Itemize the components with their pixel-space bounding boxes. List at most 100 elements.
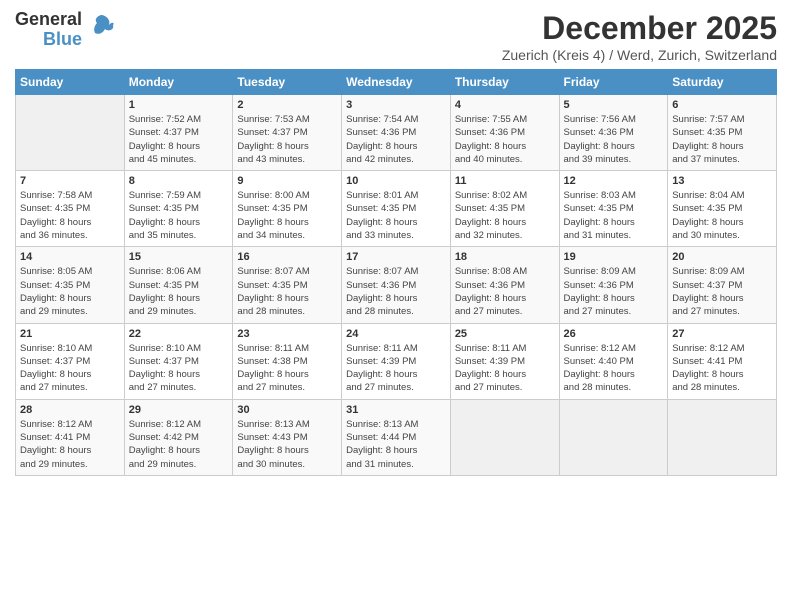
day-number: 4	[455, 99, 555, 111]
day-info: Sunrise: 7:58 AMSunset: 4:35 PMDaylight:…	[20, 189, 120, 242]
day-info: Sunrise: 8:04 AMSunset: 4:35 PMDaylight:…	[672, 189, 772, 242]
day-number: 13	[672, 175, 772, 187]
day-info: Sunrise: 8:00 AMSunset: 4:35 PMDaylight:…	[237, 189, 337, 242]
day-info: Sunrise: 7:52 AMSunset: 4:37 PMDaylight:…	[129, 113, 229, 166]
weekday-header-sunday: Sunday	[16, 70, 125, 95]
calendar-week-row: 21 Sunrise: 8:10 AMSunset: 4:37 PMDayligh…	[16, 323, 777, 399]
day-info: Sunrise: 7:57 AMSunset: 4:35 PMDaylight:…	[672, 113, 772, 166]
calendar-cell: 28 Sunrise: 8:12 AMSunset: 4:41 PMDayligh…	[16, 399, 125, 475]
calendar-cell: 10Sunrise: 8:01 AMSunset: 4:35 PMDayligh…	[342, 171, 451, 247]
calendar-cell: 1 Sunrise: 7:52 AMSunset: 4:37 PMDaylight…	[124, 95, 233, 171]
weekday-header-thursday: Thursday	[450, 70, 559, 95]
day-number: 15	[129, 251, 229, 263]
calendar-cell	[16, 95, 125, 171]
day-number: 7	[20, 175, 120, 187]
weekday-header-friday: Friday	[559, 70, 668, 95]
day-info: Sunrise: 8:03 AMSunset: 4:35 PMDaylight:…	[564, 189, 664, 242]
day-info: Sunrise: 8:12 AMSunset: 4:41 PMDaylight:…	[672, 342, 772, 395]
day-number: 21	[20, 328, 120, 340]
calendar-cell: 16Sunrise: 8:07 AMSunset: 4:35 PMDayligh…	[233, 247, 342, 323]
calendar-week-row: 14 Sunrise: 8:05 AMSunset: 4:35 PMDayligh…	[16, 247, 777, 323]
day-number: 18	[455, 251, 555, 263]
calendar-cell: 26Sunrise: 8:12 AMSunset: 4:40 PMDayligh…	[559, 323, 668, 399]
calendar-cell: 22Sunrise: 8:10 AMSunset: 4:37 PMDayligh…	[124, 323, 233, 399]
weekday-header-tuesday: Tuesday	[233, 70, 342, 95]
day-number: 17	[346, 251, 446, 263]
day-info: Sunrise: 8:09 AMSunset: 4:36 PMDaylight:…	[564, 265, 664, 318]
page-subtitle: Zuerich (Kreis 4) / Werd, Zurich, Switze…	[502, 47, 777, 63]
weekday-header-wednesday: Wednesday	[342, 70, 451, 95]
calendar-table: SundayMondayTuesdayWednesdayThursdayFrid…	[15, 69, 777, 476]
day-number: 25	[455, 328, 555, 340]
day-number: 6	[672, 99, 772, 111]
day-number: 20	[672, 251, 772, 263]
page-title: December 2025	[502, 10, 777, 47]
day-info: Sunrise: 8:11 AMSunset: 4:39 PMDaylight:…	[455, 342, 555, 395]
day-number: 27	[672, 328, 772, 340]
calendar-cell: 9 Sunrise: 8:00 AMSunset: 4:35 PMDaylight…	[233, 171, 342, 247]
calendar-header-row: SundayMondayTuesdayWednesdayThursdayFrid…	[16, 70, 777, 95]
calendar-cell: 29Sunrise: 8:12 AMSunset: 4:42 PMDayligh…	[124, 399, 233, 475]
day-info: Sunrise: 8:13 AMSunset: 4:44 PMDaylight:…	[346, 418, 446, 471]
calendar-cell	[450, 399, 559, 475]
day-number: 12	[564, 175, 664, 187]
weekday-header-saturday: Saturday	[668, 70, 777, 95]
page-container: General Blue December 2025 Zuerich (Krei…	[0, 0, 792, 486]
day-info: Sunrise: 8:02 AMSunset: 4:35 PMDaylight:…	[455, 189, 555, 242]
calendar-cell: 30 Sunrise: 8:13 AMSunset: 4:43 PMDayligh…	[233, 399, 342, 475]
day-info: Sunrise: 8:06 AMSunset: 4:35 PMDaylight:…	[129, 265, 229, 318]
day-info: Sunrise: 8:08 AMSunset: 4:36 PMDaylight:…	[455, 265, 555, 318]
day-number: 2	[237, 99, 337, 111]
weekday-header-monday: Monday	[124, 70, 233, 95]
day-info: Sunrise: 7:53 AMSunset: 4:37 PMDaylight:…	[237, 113, 337, 166]
day-number: 14	[20, 251, 120, 263]
day-info: Sunrise: 7:55 AMSunset: 4:36 PMDaylight:…	[455, 113, 555, 166]
calendar-cell: 3Sunrise: 7:54 AMSunset: 4:36 PMDaylight…	[342, 95, 451, 171]
day-info: Sunrise: 8:12 AMSunset: 4:42 PMDaylight:…	[129, 418, 229, 471]
calendar-cell: 20 Sunrise: 8:09 AMSunset: 4:37 PMDayligh…	[668, 247, 777, 323]
day-number: 28	[20, 404, 120, 416]
day-info: Sunrise: 8:13 AMSunset: 4:43 PMDaylight:…	[237, 418, 337, 471]
day-info: Sunrise: 8:09 AMSunset: 4:37 PMDaylight:…	[672, 265, 772, 318]
day-info: Sunrise: 7:59 AMSunset: 4:35 PMDaylight:…	[129, 189, 229, 242]
calendar-cell: 21 Sunrise: 8:10 AMSunset: 4:37 PMDayligh…	[16, 323, 125, 399]
day-number: 11	[455, 175, 555, 187]
calendar-cell: 14 Sunrise: 8:05 AMSunset: 4:35 PMDayligh…	[16, 247, 125, 323]
calendar-cell: 15 Sunrise: 8:06 AMSunset: 4:35 PMDayligh…	[124, 247, 233, 323]
day-number: 3	[346, 99, 446, 111]
day-info: Sunrise: 8:10 AMSunset: 4:37 PMDaylight:…	[20, 342, 120, 395]
calendar-cell: 7 Sunrise: 7:58 AMSunset: 4:35 PMDaylight…	[16, 171, 125, 247]
day-info: Sunrise: 7:56 AMSunset: 4:36 PMDaylight:…	[564, 113, 664, 166]
header: General Blue December 2025 Zuerich (Krei…	[15, 10, 777, 63]
day-info: Sunrise: 8:05 AMSunset: 4:35 PMDaylight:…	[20, 265, 120, 318]
calendar-cell	[559, 399, 668, 475]
calendar-week-row: 7 Sunrise: 7:58 AMSunset: 4:35 PMDaylight…	[16, 171, 777, 247]
calendar-cell: 31Sunrise: 8:13 AMSunset: 4:44 PMDayligh…	[342, 399, 451, 475]
calendar-week-row: 28 Sunrise: 8:12 AMSunset: 4:41 PMDayligh…	[16, 399, 777, 475]
day-info: Sunrise: 8:11 AMSunset: 4:38 PMDaylight:…	[237, 342, 337, 395]
day-info: Sunrise: 8:12 AMSunset: 4:40 PMDaylight:…	[564, 342, 664, 395]
calendar-cell: 25 Sunrise: 8:11 AMSunset: 4:39 PMDayligh…	[450, 323, 559, 399]
day-number: 30	[237, 404, 337, 416]
calendar-cell: 8 Sunrise: 7:59 AMSunset: 4:35 PMDaylight…	[124, 171, 233, 247]
day-info: Sunrise: 8:07 AMSunset: 4:36 PMDaylight:…	[346, 265, 446, 318]
day-number: 1	[129, 99, 229, 111]
calendar-cell: 2 Sunrise: 7:53 AMSunset: 4:37 PMDaylight…	[233, 95, 342, 171]
calendar-cell: 27 Sunrise: 8:12 AMSunset: 4:41 PMDayligh…	[668, 323, 777, 399]
calendar-cell: 12 Sunrise: 8:03 AMSunset: 4:35 PMDayligh…	[559, 171, 668, 247]
calendar-cell: 5Sunrise: 7:56 AMSunset: 4:36 PMDaylight…	[559, 95, 668, 171]
logo-part2: Blue	[43, 30, 82, 50]
day-number: 9	[237, 175, 337, 187]
calendar-cell: 11 Sunrise: 8:02 AMSunset: 4:35 PMDayligh…	[450, 171, 559, 247]
day-number: 10	[346, 175, 446, 187]
day-info: Sunrise: 8:12 AMSunset: 4:41 PMDaylight:…	[20, 418, 120, 471]
calendar-cell: 17 Sunrise: 8:07 AMSunset: 4:36 PMDayligh…	[342, 247, 451, 323]
day-info: Sunrise: 8:07 AMSunset: 4:35 PMDaylight:…	[237, 265, 337, 318]
day-info: Sunrise: 8:11 AMSunset: 4:39 PMDaylight:…	[346, 342, 446, 395]
calendar-cell: 24Sunrise: 8:11 AMSunset: 4:39 PMDayligh…	[342, 323, 451, 399]
calendar-cell: 13 Sunrise: 8:04 AMSunset: 4:35 PMDayligh…	[668, 171, 777, 247]
logo: General Blue	[15, 10, 115, 50]
day-number: 8	[129, 175, 229, 187]
calendar-week-row: 1 Sunrise: 7:52 AMSunset: 4:37 PMDaylight…	[16, 95, 777, 171]
logo-part1: General	[15, 10, 82, 30]
